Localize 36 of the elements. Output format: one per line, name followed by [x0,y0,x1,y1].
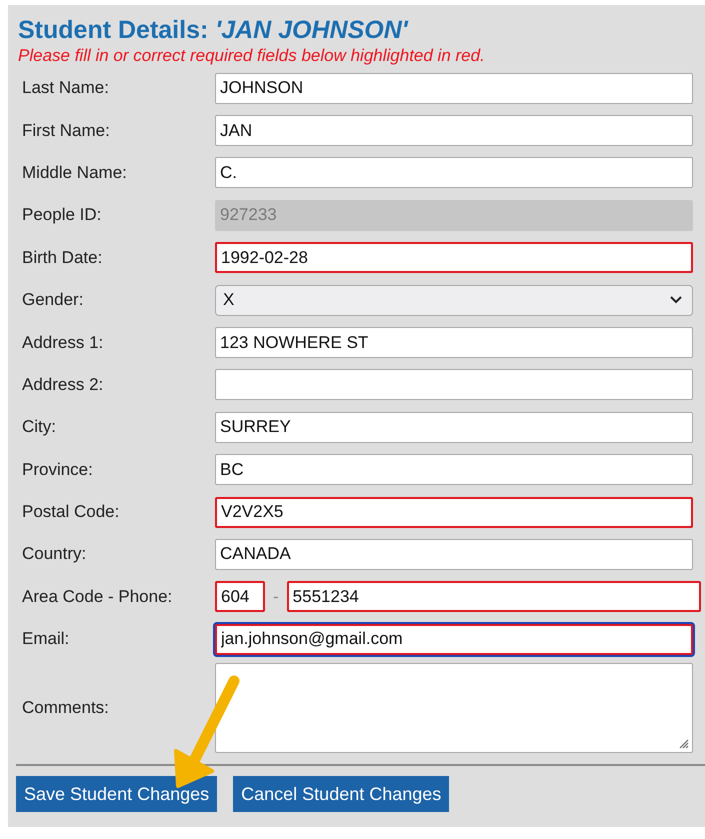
field-label: Address 1: [22,332,104,354]
input-field[interactable]: V2V2X5 [215,496,693,528]
input-field[interactable]: C. [215,157,693,188]
field-label: City: [22,416,57,438]
field-label: Email: [22,628,70,650]
field-label: Postal Code: [22,501,120,524]
field-label: Birth Date: [22,246,104,269]
field-label: People ID: [22,204,102,226]
field-label: Address 2: [22,374,104,396]
input-field[interactable]: CANADA [215,538,693,570]
input-field[interactable]: JOHNSON [215,72,693,104]
form-title: Student Details: 'JAN JOHNSON' [18,15,410,45]
field-label: First Name: [22,120,111,142]
phone-field[interactable]: 5551234 [286,581,701,612]
field-label: Last Name: [22,77,110,100]
separator: - [273,586,279,607]
input-field[interactable]: 123 NOWHERE ST [215,327,693,358]
form-button[interactable]: Cancel Student Changes [233,776,450,812]
field-label: Gender: [22,289,84,312]
area-code-field[interactable]: 604 [215,581,265,612]
field-label: Area Code - Phone: [22,586,174,608]
error-message: Please fill in or correct required fields below highlighted in red. [18,45,486,67]
form-button[interactable]: Save Student Changes [16,776,218,812]
resize-grip-icon[interactable] [677,737,689,750]
dropdown[interactable]: X [215,284,693,316]
comments-field[interactable] [215,663,693,754]
input-field[interactable]: 1992-02-28 [215,242,693,274]
field-label: Province: [22,458,94,481]
input-field[interactable]: JAN [215,115,693,146]
chevron-down-icon [670,296,682,304]
field-label: Comments: [22,697,110,720]
input-field[interactable]: SURREY [215,412,693,443]
field-label: Middle Name: [22,162,128,184]
input-field[interactable] [215,369,693,400]
field-label: Country: [22,543,88,566]
input-field[interactable]: BC [215,454,693,486]
